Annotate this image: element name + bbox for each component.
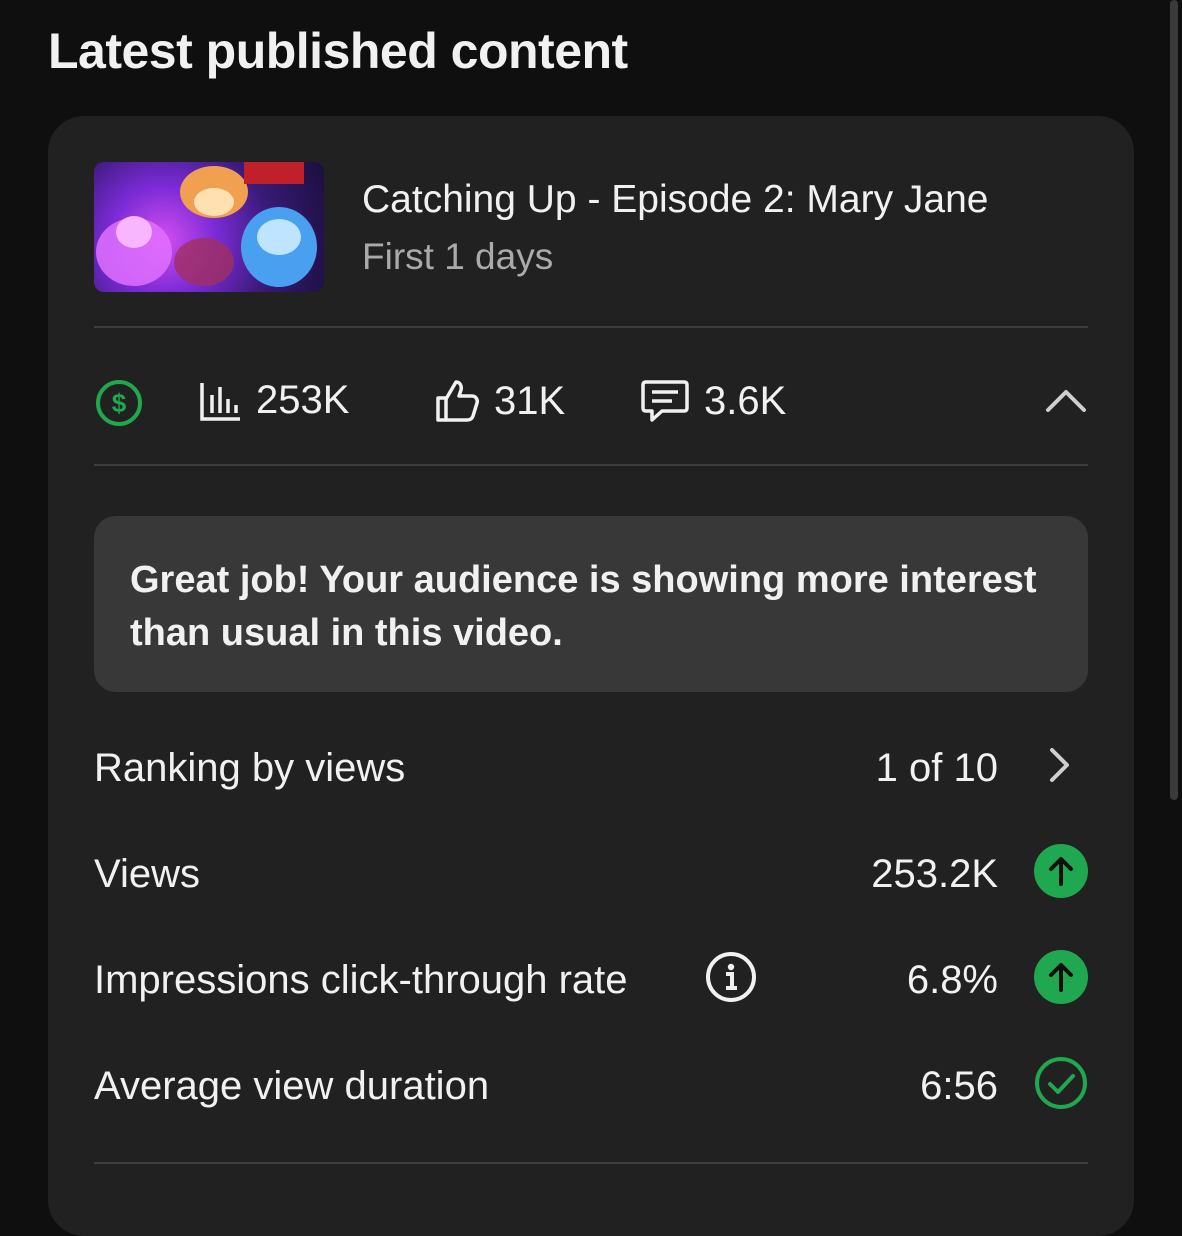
metric-views: Views 253.2K xyxy=(94,844,1088,904)
metric-value: 253.2K xyxy=(871,852,998,896)
insight-banner: Great job! Your audience is showing more… xyxy=(94,516,1088,692)
chevron-up-icon xyxy=(1046,390,1086,412)
monetization-status[interactable]: $ xyxy=(94,378,144,428)
metric-label: Views xyxy=(94,852,200,896)
collapse-button[interactable] xyxy=(1044,378,1088,427)
video-row[interactable]: Catching Up - Episode 2: Mary Jane First… xyxy=(94,162,1088,294)
views-count: 253K xyxy=(256,378,350,422)
svg-text:$: $ xyxy=(112,388,127,418)
metric-ctr: Impressions click-through rate 6.8% xyxy=(94,950,1088,1010)
video-thumbnail[interactable] xyxy=(94,162,324,292)
thumbs-up-icon xyxy=(436,380,479,422)
comment-icon xyxy=(641,380,689,422)
arrow-up-circle-icon xyxy=(1034,950,1088,1009)
check-circle-icon xyxy=(1034,1056,1088,1115)
video-title[interactable]: Catching Up - Episode 2: Mary Jane xyxy=(362,178,988,222)
scrollbar[interactable] xyxy=(1170,0,1178,800)
video-subtitle: First 1 days xyxy=(362,236,554,277)
divider xyxy=(94,464,1088,466)
metric-value: 6:56 xyxy=(920,1064,998,1108)
metric-value: 6.8% xyxy=(906,958,998,1002)
dollar-circle-icon: $ xyxy=(96,380,142,426)
metric-ranking[interactable]: Ranking by views 1 of 10 xyxy=(94,738,1088,798)
metric-value: 1 of 10 xyxy=(875,746,998,790)
stats-row[interactable]: $ 253K 31K 3.6K xyxy=(94,366,1088,436)
info-icon[interactable] xyxy=(704,950,758,1009)
likes-count: 31K xyxy=(494,378,566,423)
bar-chart-icon xyxy=(200,382,240,421)
comments-count: 3.6K xyxy=(704,378,787,423)
metric-avg-duration: Average view duration 6:56 xyxy=(94,1056,1088,1116)
insight-text: Great job! Your audience is showing more… xyxy=(130,559,1037,654)
likes-stat: 31K xyxy=(434,378,565,424)
section-title: Latest published content xyxy=(48,23,628,79)
metric-label: Average view duration xyxy=(94,1064,490,1108)
comments-stat: 3.6K xyxy=(640,378,786,424)
divider xyxy=(94,326,1088,328)
arrow-up-circle-icon xyxy=(1034,844,1088,903)
divider xyxy=(94,1162,1088,1164)
latest-content-card: Catching Up - Episode 2: Mary Jane First… xyxy=(48,116,1134,1236)
chevron-right-icon[interactable] xyxy=(1034,738,1088,797)
views-stat: 253K xyxy=(198,378,349,423)
metric-label: Ranking by views xyxy=(94,746,406,790)
metric-label: Impressions click-through rate xyxy=(94,958,628,1002)
